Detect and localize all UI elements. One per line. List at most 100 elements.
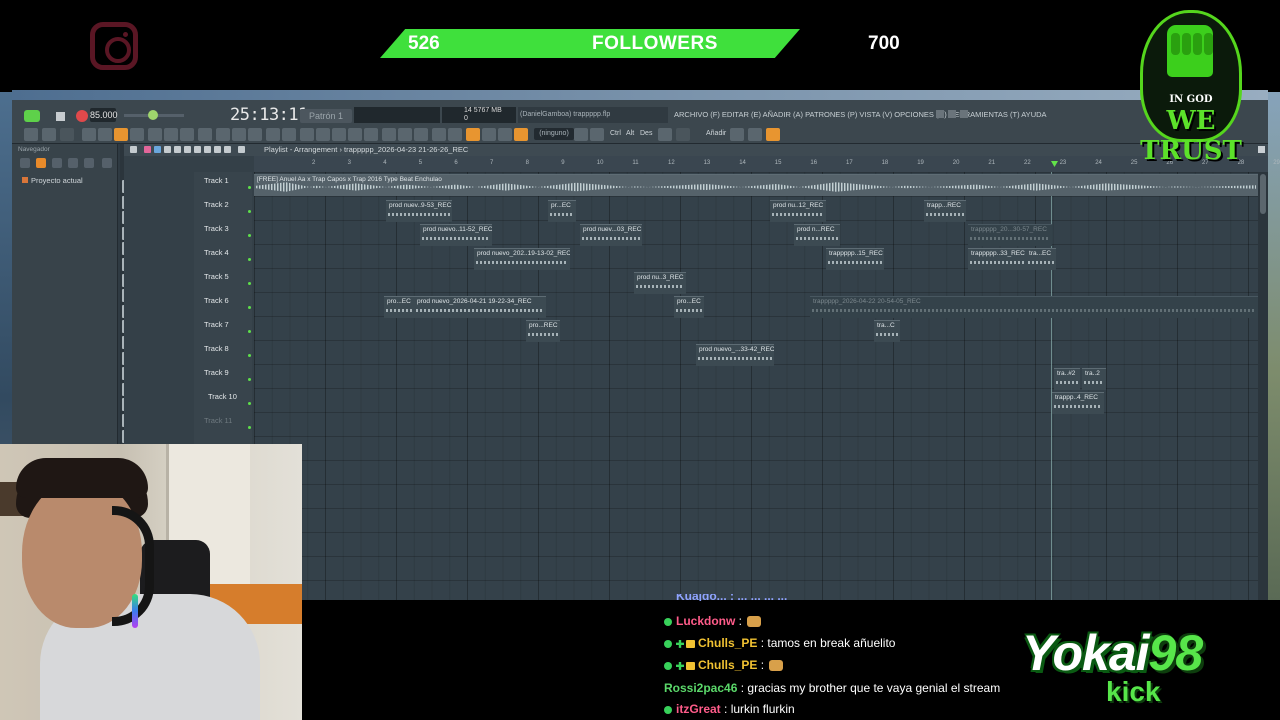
delete-tool-icon[interactable] bbox=[164, 146, 171, 153]
audio-clip[interactable]: prod nuev..9-53_REC bbox=[386, 200, 452, 222]
tag-icon[interactable] bbox=[766, 128, 780, 141]
brush-icon[interactable] bbox=[266, 128, 280, 141]
loop-record-icon[interactable] bbox=[98, 128, 112, 141]
audio-clip[interactable]: pro...EC bbox=[384, 296, 414, 318]
chat-username[interactable]: itzGreat bbox=[676, 702, 721, 716]
audio-clip[interactable]: prod nuevo_2026-04-21 19-22-34_REC bbox=[414, 296, 546, 318]
playlist-menu-icon[interactable] bbox=[130, 146, 137, 153]
copy-icon[interactable] bbox=[676, 128, 690, 141]
playback-tool-icon[interactable] bbox=[224, 146, 231, 153]
audio-clip[interactable]: trappp..4_REC bbox=[1052, 392, 1104, 414]
chat-username[interactable]: Rossi2pac46 bbox=[664, 681, 737, 695]
arrangement-grid[interactable]: [FREE] Anuel Aa x Trap Capos x Trap 2016… bbox=[254, 172, 1258, 600]
track-name[interactable]: Track 6 bbox=[204, 296, 229, 305]
track-name[interactable]: Track 2 bbox=[204, 200, 229, 209]
snap-icon[interactable] bbox=[82, 128, 96, 141]
audio-clip[interactable]: prod nu..3_REC bbox=[634, 272, 686, 294]
snap-selector[interactable]: (ninguno) bbox=[534, 128, 574, 140]
clock-icon[interactable] bbox=[300, 128, 314, 141]
main-menu[interactable]: ARCHIVO (F) EDITAR (E) AÑADIR (A) PATRON… bbox=[674, 110, 1047, 119]
audio-clip[interactable]: prod n...REC bbox=[794, 224, 840, 246]
pattern-selector[interactable]: Patrón 1 bbox=[300, 109, 352, 123]
browser-icon[interactable] bbox=[216, 128, 230, 141]
maximize-icon[interactable] bbox=[948, 110, 956, 118]
tempo-display[interactable]: 85.000 bbox=[90, 108, 118, 122]
audio-clip[interactable]: tra..2 bbox=[1082, 368, 1106, 390]
next-icon[interactable] bbox=[482, 128, 496, 141]
track-name[interactable]: Track 10 bbox=[208, 392, 237, 401]
wait-icon[interactable] bbox=[60, 128, 74, 141]
master-volume-slider[interactable] bbox=[124, 110, 184, 120]
channel-rack-icon[interactable] bbox=[164, 128, 178, 141]
pencil-icon[interactable] bbox=[282, 128, 296, 141]
clip-icon[interactable] bbox=[68, 158, 78, 168]
metronome-icon[interactable] bbox=[42, 128, 56, 141]
slice-icon[interactable] bbox=[332, 128, 346, 141]
help-icon[interactable] bbox=[432, 128, 446, 141]
mute-tool-icon[interactable] bbox=[174, 146, 181, 153]
link-icon[interactable] bbox=[316, 128, 330, 141]
select-tool-icon[interactable] bbox=[204, 146, 211, 153]
star-icon[interactable] bbox=[102, 158, 112, 168]
plugin-picker-icon[interactable] bbox=[232, 128, 246, 141]
close-icon[interactable] bbox=[960, 110, 968, 118]
piano-roll-icon[interactable] bbox=[180, 128, 194, 141]
playhead-marker-icon[interactable] bbox=[1051, 161, 1058, 167]
audio-clip[interactable]: prod nuev...03_REC bbox=[580, 224, 642, 246]
stop-button[interactable] bbox=[56, 112, 65, 121]
track-name[interactable]: Track 11 bbox=[204, 416, 232, 425]
cpu-icon[interactable] bbox=[414, 128, 428, 141]
audio-clip[interactable]: pro...EC bbox=[674, 296, 704, 318]
paint-tool-icon[interactable] bbox=[154, 146, 161, 153]
chat-username[interactable]: Chulls_PE bbox=[698, 636, 757, 650]
audio-clip[interactable]: prod nuevo_...33-42_REC bbox=[696, 344, 774, 366]
folder-icon[interactable] bbox=[36, 158, 46, 168]
audio-clip[interactable]: trappppp..15_REC bbox=[826, 248, 884, 270]
audio-clip[interactable]: prod nuevo..11-52_REC bbox=[420, 224, 492, 246]
timeline-ruler[interactable]: 2 3 4 5 6 7 8 9 10 11 12 13 14 15 16 17 18 19 20 21 22 23 24 25… bbox=[254, 156, 1280, 172]
back-icon[interactable] bbox=[20, 158, 30, 168]
mute-icon[interactable] bbox=[348, 128, 362, 141]
track-name[interactable]: Track 7 bbox=[204, 320, 229, 329]
audio-clip[interactable]: tra...C bbox=[874, 320, 900, 342]
audio-clip[interactable]: trapp...REC bbox=[924, 200, 966, 222]
add-label[interactable]: Añadir bbox=[706, 130, 726, 137]
track-name[interactable]: Track 5 bbox=[204, 272, 229, 281]
audio-clip[interactable]: trappppp_20...30-57_REC bbox=[968, 224, 1052, 246]
browser-folder-current-project[interactable]: Proyecto actual bbox=[22, 176, 83, 185]
chat-username[interactable]: Chulls_PE bbox=[698, 658, 757, 672]
pattern-mode-icon[interactable] bbox=[466, 128, 480, 141]
playlist-vertical-scrollbar[interactable] bbox=[1258, 172, 1268, 600]
slice-tool-icon[interactable] bbox=[194, 146, 201, 153]
record-button[interactable] bbox=[76, 110, 88, 122]
audio-clip[interactable]: pr...EC bbox=[548, 200, 576, 222]
cloud-icon[interactable] bbox=[84, 158, 94, 168]
playlist-icon[interactable] bbox=[198, 128, 212, 141]
arrow-icon[interactable] bbox=[730, 128, 744, 141]
save-icon[interactable] bbox=[24, 128, 38, 141]
playlist-nav-icon[interactable] bbox=[238, 146, 245, 153]
track-name[interactable]: Track 1 bbox=[204, 176, 229, 185]
pencil-tool-icon[interactable] bbox=[498, 128, 512, 141]
mic-icon[interactable] bbox=[364, 128, 378, 141]
speaker-icon[interactable] bbox=[574, 128, 588, 141]
step-edit-icon[interactable] bbox=[130, 128, 144, 141]
audio-clip[interactable]: prod nuevo_202..19-13-02_REC bbox=[474, 248, 570, 270]
hand-icon[interactable] bbox=[590, 128, 604, 141]
audio-clip[interactable]: trappppp_2026-04-22 20-54-05_REC bbox=[810, 296, 1258, 318]
audio-clip[interactable]: trappppp..33_REC bbox=[968, 248, 1026, 270]
cut-icon[interactable] bbox=[658, 128, 672, 141]
audio-settings-icon[interactable] bbox=[382, 128, 396, 141]
audio-clip[interactable]: tra...EC bbox=[1026, 248, 1056, 270]
playlist-close-icon[interactable] bbox=[1258, 146, 1265, 153]
info-icon[interactable] bbox=[448, 128, 462, 141]
track-name[interactable]: Track 4 bbox=[204, 248, 229, 257]
play-button[interactable] bbox=[24, 110, 40, 122]
snap-link-icon[interactable] bbox=[514, 128, 528, 141]
ctrl-key-label[interactable]: Ctrl bbox=[610, 130, 621, 137]
draw-tool-icon[interactable] bbox=[144, 146, 151, 153]
minimize-icon[interactable] bbox=[936, 110, 944, 118]
audio-clip[interactable]: tra..#2 bbox=[1054, 368, 1080, 390]
track-name[interactable]: Track 9 bbox=[204, 368, 229, 377]
typing-keyboard-icon[interactable] bbox=[114, 128, 128, 141]
